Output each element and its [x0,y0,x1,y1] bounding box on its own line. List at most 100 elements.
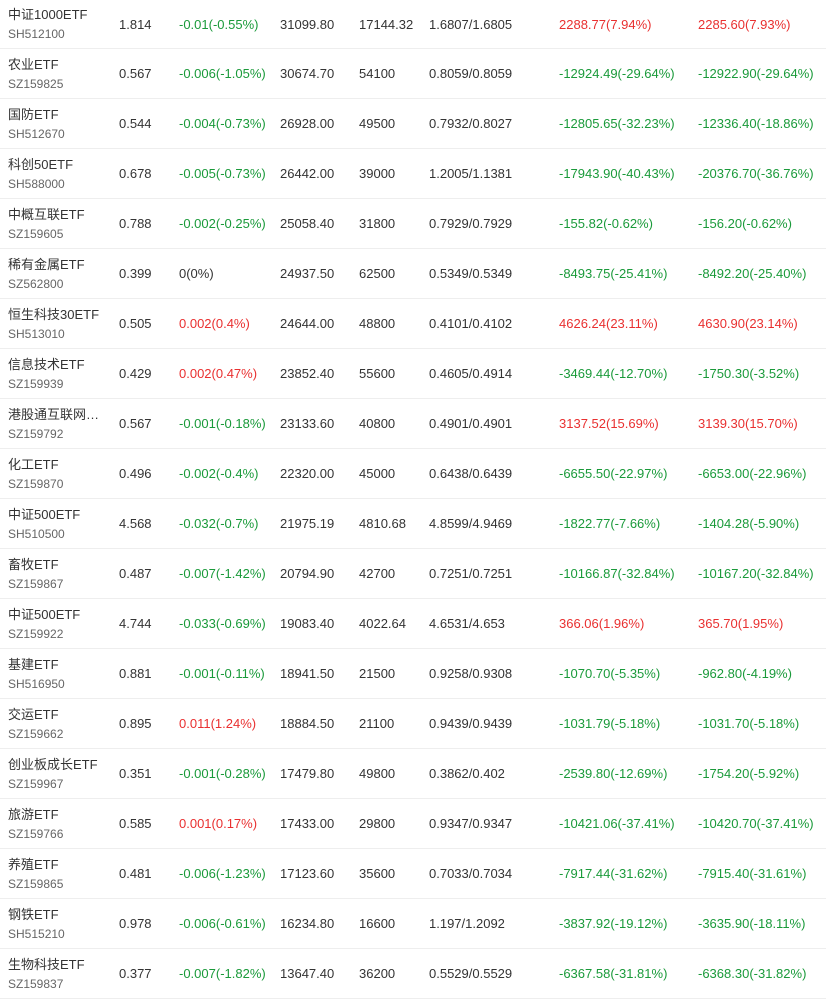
etf-name[interactable]: 国防ETF [8,106,59,124]
name-cell[interactable]: 养殖ETF SZ159865 [8,849,112,898]
name-cell[interactable]: 中证500ETF SH510500 [8,499,112,548]
table-row[interactable]: 中证1000ETF SH512100 1.814 -0.01(-0.55%) 3… [0,0,826,49]
etf-code: SZ159605 [8,226,64,241]
change-cell: -0.032(-0.7%) [179,516,259,531]
table-row[interactable]: 农业ETF SZ159825 0.567 -0.006(-1.05%) 3067… [0,49,826,99]
price-cell: 1.814 [119,16,152,32]
table-row[interactable]: 基建ETF SH516950 0.881 -0.001(-0.11%) 1894… [0,649,826,699]
value-cell-2: 31800 [359,216,396,231]
table-row[interactable]: 创业板成长ETF SZ159967 0.351 -0.001(-0.28%) 1… [0,749,826,799]
name-cell[interactable]: 科创50ETF SH588000 [8,149,112,198]
table-row[interactable]: 养殖ETF SZ159865 0.481 -0.006(-1.23%) 1712… [0,849,826,899]
name-cell[interactable]: 港股通互联网… SZ159792 [8,399,112,448]
value-cell-1: 18941.50 [280,666,335,681]
change-cell: -0.001(-0.28%) [179,766,266,781]
table-row[interactable]: 中证500ETF SZ159922 4.744 -0.033(-0.69%) 1… [0,599,826,649]
name-cell[interactable]: 旅游ETF SZ159766 [8,799,112,848]
cost-ratio-cell: 0.3862/0.402 [429,766,505,781]
name-cell[interactable]: 中证1000ETF SH512100 [8,0,112,48]
etf-name[interactable]: 恒生科技30ETF [8,306,99,324]
table-row[interactable]: 化工ETF SZ159870 0.496 -0.002(-0.4%) 22320… [0,449,826,499]
table-row[interactable]: 生物科技ETF SZ159837 0.377 -0.007(-1.82%) 13… [0,949,826,999]
etf-name[interactable]: 港股通互联网… [8,406,99,424]
cost-ratio-cell: 4.6531/4.653 [429,616,505,631]
value-cell-1: 21975.19 [280,516,335,531]
name-cell[interactable]: 信息技术ETF SZ159939 [8,349,112,398]
profit-cell-1: -1031.79(-5.18%) [559,716,661,731]
etf-name[interactable]: 农业ETF [8,56,59,74]
etf-name[interactable]: 养殖ETF [8,856,59,874]
table-row[interactable]: 畜牧ETF SZ159867 0.487 -0.007(-1.42%) 2079… [0,549,826,599]
name-cell[interactable]: 中概互联ETF SZ159605 [8,199,112,248]
name-cell[interactable]: 恒生科技30ETF SH513010 [8,299,112,348]
etf-name[interactable]: 畜牧ETF [8,556,59,574]
etf-name[interactable]: 稀有金属ETF [8,256,85,274]
etf-name[interactable]: 中证500ETF [8,606,80,624]
etf-name[interactable]: 中证1000ETF [8,6,87,24]
cost-ratio-cell: 0.5529/0.5529 [429,966,513,981]
value-cell-2: 49800 [359,766,396,781]
etf-name[interactable]: 创业板成长ETF [8,756,98,774]
table-row[interactable]: 稀有金属ETF SZ562800 0.399 0(0%) 24937.50 62… [0,249,826,299]
etf-name[interactable]: 基建ETF [8,656,59,674]
name-cell[interactable]: 畜牧ETF SZ159867 [8,549,112,598]
name-cell[interactable]: 农业ETF SZ159825 [8,49,112,98]
price-cell: 0.895 [119,716,152,731]
value-cell-2: 4022.64 [359,616,406,631]
table-row[interactable]: 中证500ETF SH510500 4.568 -0.032(-0.7%) 21… [0,499,826,549]
table-row[interactable]: 交运ETF SZ159662 0.895 0.011(1.24%) 18884.… [0,699,826,749]
profit-cell-2: -962.80(-4.19%) [698,666,792,681]
price-cell: 0.496 [119,466,152,481]
profit-cell-1: -3837.92(-19.12%) [559,916,668,931]
value-cell-1: 23133.60 [280,416,335,431]
name-cell[interactable]: 稀有金属ETF SZ562800 [8,249,112,298]
etf-name[interactable]: 生物科技ETF [8,956,85,974]
name-cell[interactable]: 化工ETF SZ159870 [8,449,112,498]
name-cell[interactable]: 生物科技ETF SZ159837 [8,949,112,998]
change-cell: -0.006(-1.23%) [179,866,266,881]
price-cell: 0.567 [119,66,152,81]
value-cell-1: 24937.50 [280,266,335,281]
profit-cell-2: -7915.40(-31.61%) [698,866,807,881]
value-cell-1: 26442.00 [280,166,335,181]
etf-name[interactable]: 中证500ETF [8,506,80,524]
table-row[interactable]: 信息技术ETF SZ159939 0.429 0.002(0.47%) 2385… [0,349,826,399]
table-row[interactable]: 港股通互联网… SZ159792 0.567 -0.001(-0.18%) 23… [0,399,826,449]
value-cell-1: 17433.00 [280,816,335,831]
etf-name[interactable]: 交运ETF [8,706,59,724]
cost-ratio-cell: 0.4605/0.4914 [429,366,513,381]
etf-name[interactable]: 化工ETF [8,456,59,474]
cost-ratio-cell: 1.6807/1.6805 [429,16,513,32]
value-cell-1: 24644.00 [280,316,335,331]
profit-cell-2: -1031.70(-5.18%) [698,716,800,731]
price-cell: 0.351 [119,766,152,781]
profit-cell-2: -6368.30(-31.82%) [698,966,807,981]
profit-cell-1: 4626.24(23.11%) [559,316,658,331]
profit-cell-1: -12805.65(-32.23%) [559,116,675,131]
name-cell[interactable]: 创业板成长ETF SZ159967 [8,749,112,798]
etf-name[interactable]: 钢铁ETF [8,906,59,924]
change-cell: -0.033(-0.69%) [179,616,266,631]
profit-cell-2: -10420.70(-37.41%) [698,816,814,831]
etf-name[interactable]: 中概互联ETF [8,206,85,224]
etf-name[interactable]: 科创50ETF [8,156,73,174]
name-cell[interactable]: 钢铁ETF SH515210 [8,899,112,948]
etf-name[interactable]: 旅游ETF [8,806,59,824]
name-cell[interactable]: 中证500ETF SZ159922 [8,599,112,648]
name-cell[interactable]: 基建ETF SH516950 [8,649,112,698]
name-cell[interactable]: 交运ETF SZ159662 [8,699,112,748]
change-cell: -0.007(-1.42%) [179,566,266,581]
value-cell-2: 45000 [359,466,396,481]
etf-code: SZ159662 [8,726,64,741]
table-row[interactable]: 钢铁ETF SH515210 0.978 -0.006(-0.61%) 1623… [0,899,826,949]
table-row[interactable]: 科创50ETF SH588000 0.678 -0.005(-0.73%) 26… [0,149,826,199]
value-cell-1: 31099.80 [280,16,335,32]
name-cell[interactable]: 国防ETF SH512670 [8,99,112,148]
table-row[interactable]: 旅游ETF SZ159766 0.585 0.001(0.17%) 17433.… [0,799,826,849]
table-row[interactable]: 恒生科技30ETF SH513010 0.505 0.002(0.4%) 246… [0,299,826,349]
table-row[interactable]: 国防ETF SH512670 0.544 -0.004(-0.73%) 2692… [0,99,826,149]
table-row[interactable]: 中概互联ETF SZ159605 0.788 -0.002(-0.25%) 25… [0,199,826,249]
etf-name[interactable]: 信息技术ETF [8,356,85,374]
cost-ratio-cell: 0.4101/0.4102 [429,316,513,331]
cost-ratio-cell: 0.7251/0.7251 [429,566,513,581]
